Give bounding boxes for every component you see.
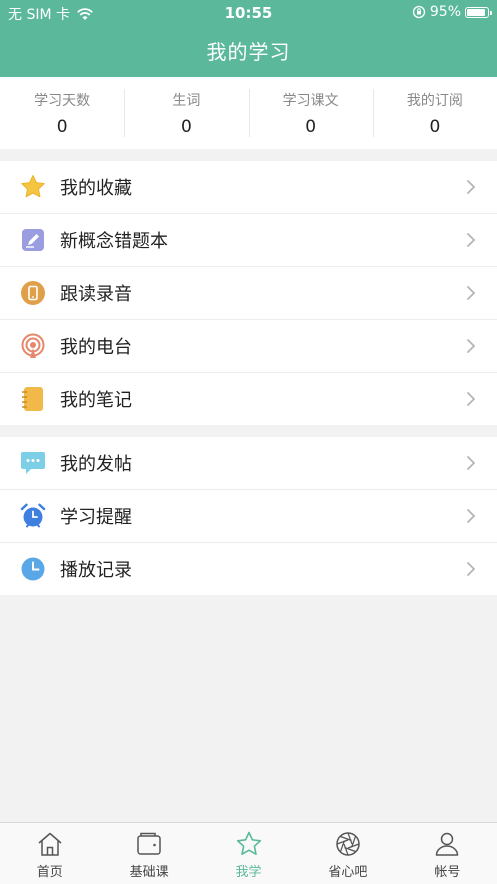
radio-icon	[20, 333, 46, 359]
tab-account[interactable]: 帐号	[398, 823, 497, 884]
home-icon	[38, 832, 62, 856]
battery-icon	[465, 6, 492, 18]
person-icon	[436, 832, 459, 856]
stat-label: 生词	[172, 93, 201, 109]
stat-label: 学习课文	[282, 93, 339, 109]
chevron-right-icon	[467, 456, 476, 470]
menu-group-2: 我的发帖 学习提醒 播放记录	[0, 437, 497, 595]
tab-label: 省心吧	[328, 865, 368, 880]
menu-item-label: 我的发帖	[60, 454, 132, 475]
chat-icon	[20, 450, 46, 476]
stat-value: 0	[305, 117, 317, 137]
stat-lessons[interactable]: 学习课文 0	[248, 77, 373, 149]
menu-group-1: 我的收藏 新概念错题本 跟读录音 我的电台 我的笔记	[0, 161, 497, 425]
menu-item-label: 跟读录音	[60, 284, 132, 305]
status-bar: 无 SIM 卡 10:55 95%	[0, 0, 497, 26]
star-outline-icon	[236, 831, 261, 855]
stat-value: 0	[180, 117, 192, 137]
app-header: 无 SIM 卡 10:55 95% 我的学习	[0, 0, 497, 77]
battery-percent: 95%	[429, 4, 461, 20]
menu-item-label: 播放记录	[60, 560, 132, 581]
stats-row: 学习天数 0 生词 0 学习课文 0 我的订阅 0	[0, 77, 497, 149]
stat-subscriptions[interactable]: 我的订阅 0	[372, 77, 497, 149]
tab-label: 基础课	[129, 865, 169, 880]
menu-item-study-reminder[interactable]: 学习提醒	[0, 490, 497, 543]
edit-icon	[20, 227, 46, 253]
alarm-icon	[20, 503, 46, 529]
phone-icon	[20, 280, 46, 306]
orientation-lock-icon	[412, 5, 426, 19]
menu-item-favorites[interactable]: 我的收藏	[0, 161, 497, 214]
chevron-right-icon	[467, 339, 476, 353]
chevron-right-icon	[467, 562, 476, 576]
stat-value: 0	[56, 117, 68, 137]
tab-label: 我学	[235, 865, 262, 880]
tab-worry-free[interactable]: 省心吧	[298, 823, 397, 884]
chevron-right-icon	[467, 180, 476, 194]
tab-label: 帐号	[434, 865, 461, 880]
menu-item-label: 学习提醒	[60, 507, 132, 528]
stat-new-words[interactable]: 生词 0	[124, 77, 248, 149]
menu-item-label: 我的笔记	[60, 390, 132, 411]
menu-item-mistake-book[interactable]: 新概念错题本	[0, 214, 497, 267]
stat-label: 学习天数	[34, 93, 91, 109]
menu-item-play-history[interactable]: 播放记录	[0, 543, 497, 595]
tab-my-learning[interactable]: 我学	[199, 823, 298, 884]
tab-home[interactable]: 首页	[0, 823, 99, 884]
chevron-right-icon	[467, 509, 476, 523]
tab-basic-course[interactable]: 基础课	[99, 823, 198, 884]
chevron-right-icon	[467, 286, 476, 300]
aperture-icon	[336, 832, 360, 856]
chevron-right-icon	[467, 392, 476, 406]
clock-icon	[20, 556, 46, 582]
stat-study-days[interactable]: 学习天数 0	[0, 77, 124, 149]
notebook-icon	[20, 386, 46, 412]
tab-bar: 首页 基础课 我学 省心吧 帐号	[0, 822, 497, 884]
menu-item-read-along-recording[interactable]: 跟读录音	[0, 267, 497, 320]
tab-label: 首页	[36, 865, 63, 880]
menu-item-label: 新概念错题本	[60, 231, 168, 252]
page-title: 我的学习	[206, 40, 291, 64]
menu-item-my-radio[interactable]: 我的电台	[0, 320, 497, 373]
menu-item-label: 我的电台	[60, 337, 132, 358]
menu-item-label: 我的收藏	[60, 178, 132, 199]
menu-item-my-notes[interactable]: 我的笔记	[0, 373, 497, 425]
stat-label: 我的订阅	[406, 93, 463, 109]
star-icon	[20, 174, 46, 200]
menu-item-my-posts[interactable]: 我的发帖	[0, 437, 497, 490]
stat-value: 0	[429, 117, 441, 137]
chevron-right-icon	[467, 233, 476, 247]
wallet-icon	[137, 832, 161, 855]
